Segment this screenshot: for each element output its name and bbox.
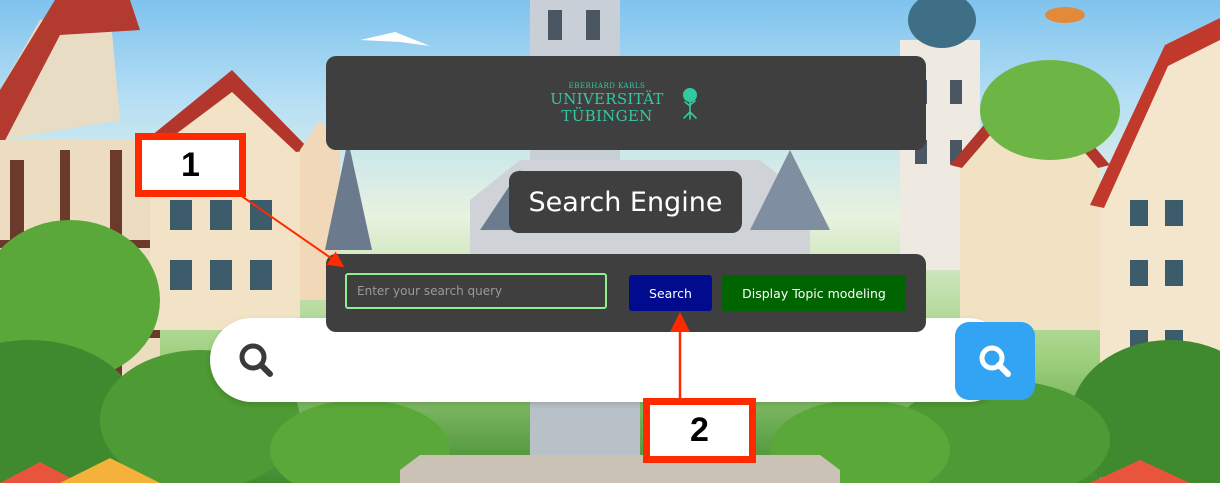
logo-line-1: UNIVERSITÄT (550, 89, 664, 108)
search-panel: Search Display Topic modeling (326, 254, 926, 332)
university-logo: EBERHARD KARLS UNIVERSITÄT TÜBINGEN (550, 81, 701, 125)
page-title: Search Engine (509, 171, 742, 233)
background-search-button (955, 322, 1035, 400)
logo-small-text: EBERHARD KARLS (568, 81, 646, 90)
search-button[interactable]: Search (629, 275, 712, 311)
logo-panel: EBERHARD KARLS UNIVERSITÄT TÜBINGEN (326, 56, 926, 150)
magnifier-icon (979, 345, 1011, 377)
search-input[interactable] (345, 273, 607, 309)
callout-2: 2 (643, 398, 756, 463)
logo-wordmark: EBERHARD KARLS UNIVERSITÄT TÜBINGEN (550, 81, 664, 125)
callout-1: 1 (135, 133, 246, 197)
search-icon (239, 343, 273, 377)
tree-icon (682, 88, 697, 120)
logo-line-2: TÜBINGEN (561, 106, 653, 125)
display-topic-modeling-button[interactable]: Display Topic modeling (722, 275, 906, 311)
